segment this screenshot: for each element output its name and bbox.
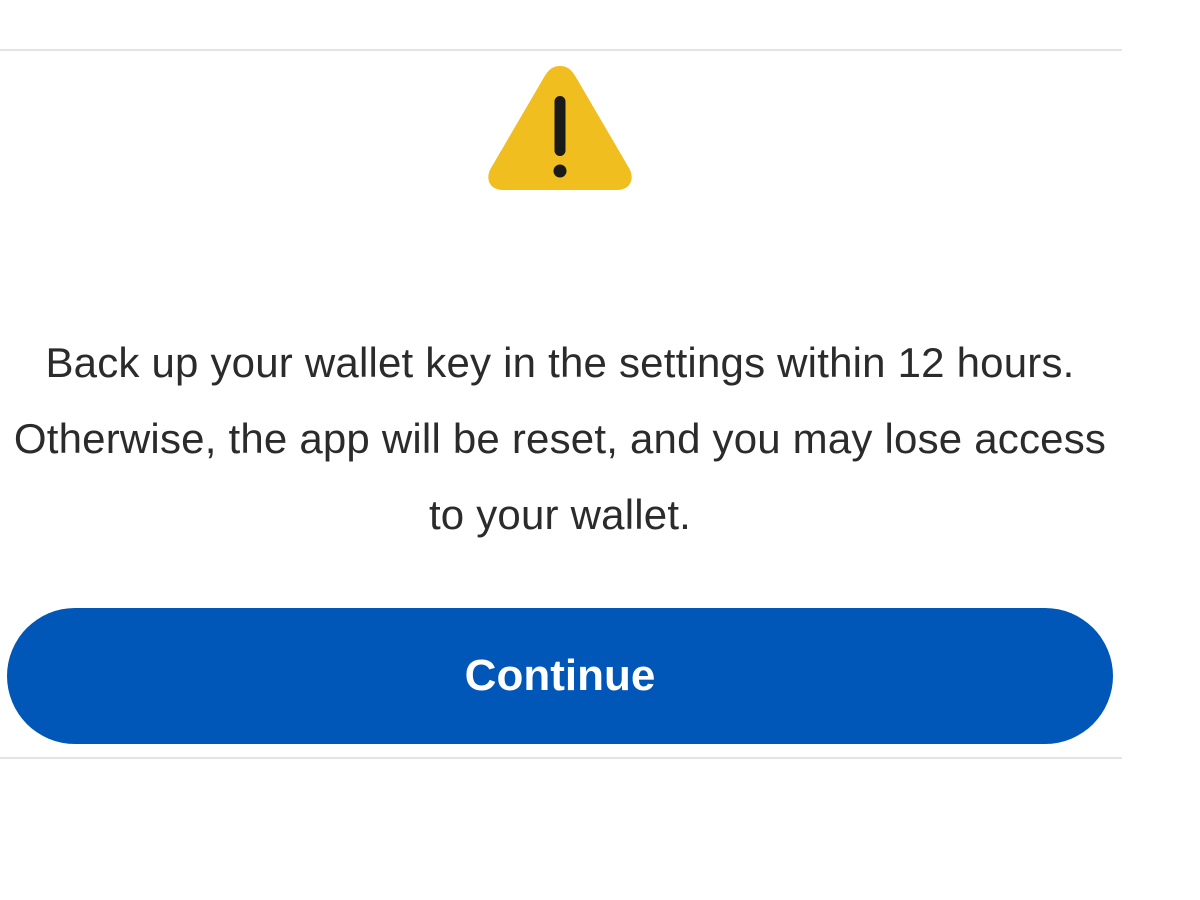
continue-button[interactable]: Continue [7,608,1113,744]
warning-message: Back up your wallet key in the settings … [13,339,1107,538]
backup-warning-dialog: Back up your wallet key in the settings … [0,0,1200,900]
warning-icon [485,60,635,194]
bottom-divider [0,757,1122,759]
top-divider [0,49,1122,51]
